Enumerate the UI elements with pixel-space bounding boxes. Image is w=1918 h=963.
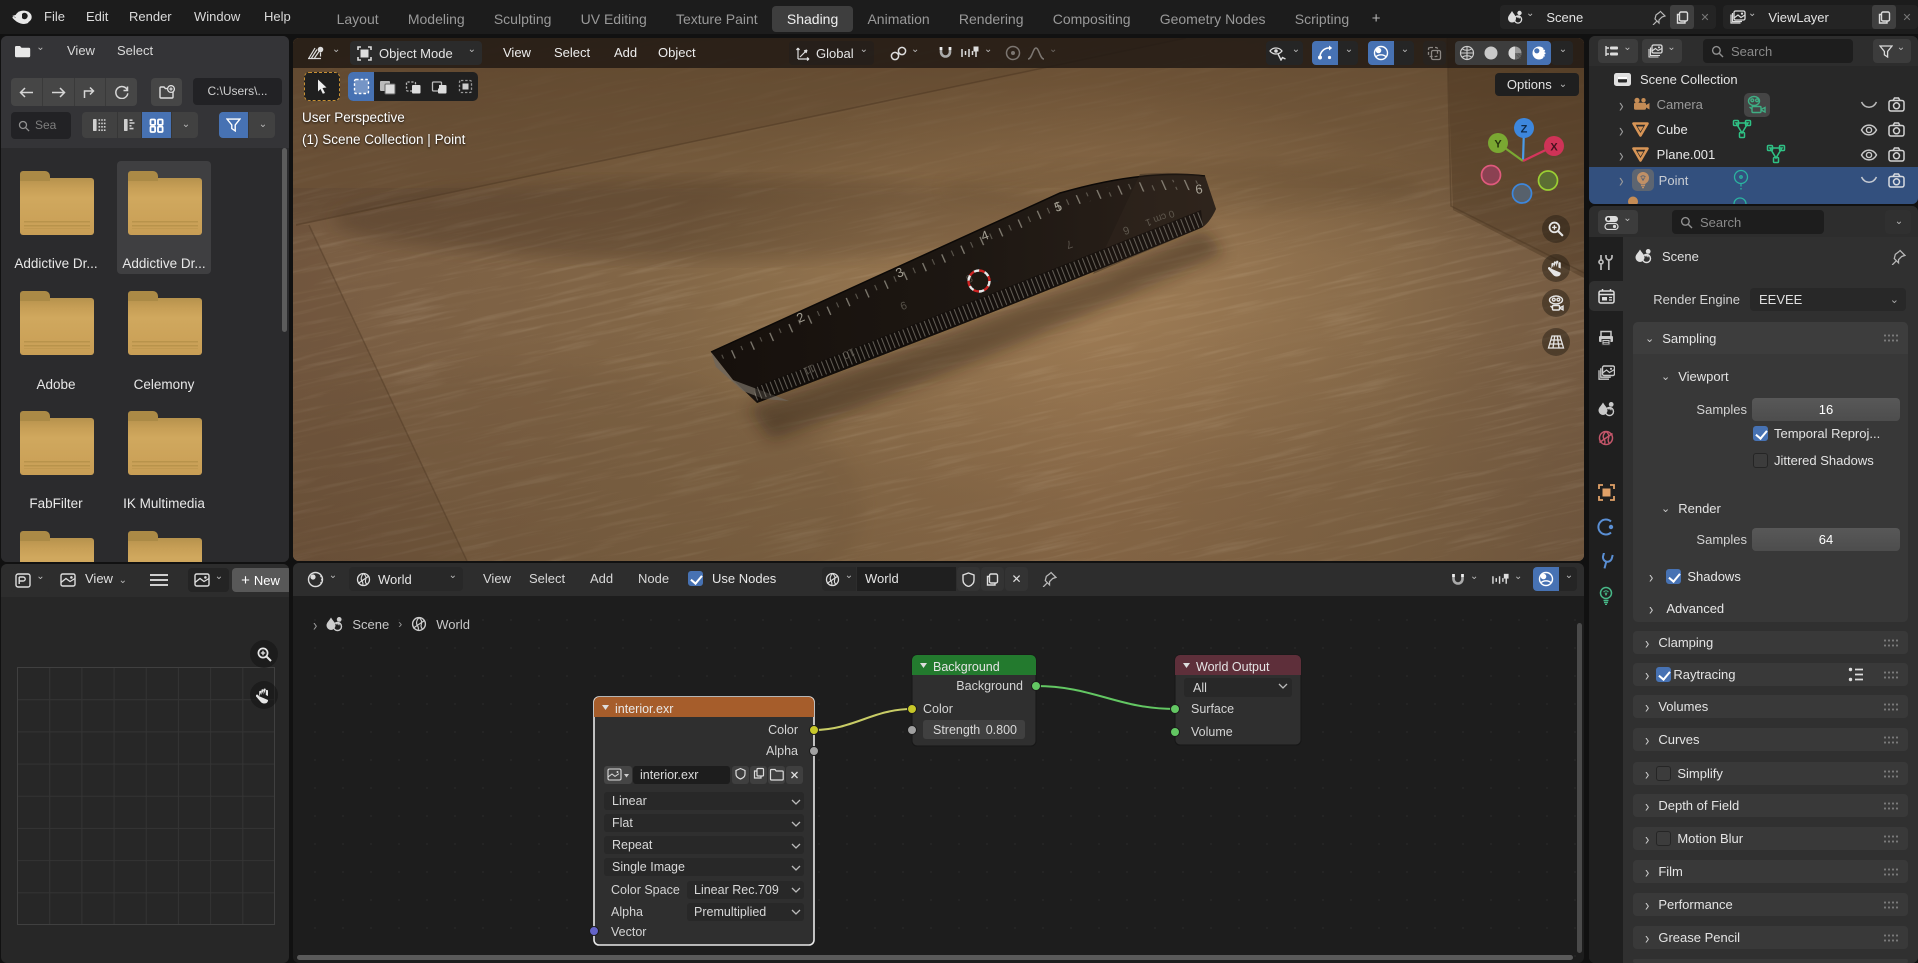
svg-text:Background: Background xyxy=(956,679,1023,693)
svg-text:Single Image: Single Image xyxy=(612,860,685,874)
svg-text:World Output: World Output xyxy=(1196,660,1270,674)
svg-text:All: All xyxy=(1193,681,1207,695)
svg-text:Surface: Surface xyxy=(1191,702,1234,716)
svg-text:interior.exr: interior.exr xyxy=(615,702,673,716)
svg-text:0.800: 0.800 xyxy=(986,723,1017,737)
svg-text:Y: Y xyxy=(1494,139,1502,151)
svg-text:Color Space: Color Space xyxy=(611,883,680,897)
svg-text:Vector: Vector xyxy=(611,925,646,939)
svg-text:Alpha: Alpha xyxy=(766,744,798,758)
svg-text:Premultiplied: Premultiplied xyxy=(694,905,766,919)
svg-text:Flat: Flat xyxy=(612,816,633,830)
svg-text:Repeat: Repeat xyxy=(612,838,653,852)
svg-text:Volume: Volume xyxy=(1191,725,1233,739)
svg-text:Background: Background xyxy=(933,660,1000,674)
svg-text:Z: Z xyxy=(1521,124,1528,136)
svg-text:Color: Color xyxy=(768,723,798,737)
svg-text:Linear: Linear xyxy=(612,794,647,808)
svg-text:X: X xyxy=(1550,142,1558,154)
svg-text:Alpha: Alpha xyxy=(611,905,643,919)
svg-text:Strength: Strength xyxy=(933,723,980,737)
svg-text:Color: Color xyxy=(923,702,953,716)
svg-text:Linear Rec.709: Linear Rec.709 xyxy=(694,883,779,897)
svg-text:interior.exr: interior.exr xyxy=(640,768,698,782)
